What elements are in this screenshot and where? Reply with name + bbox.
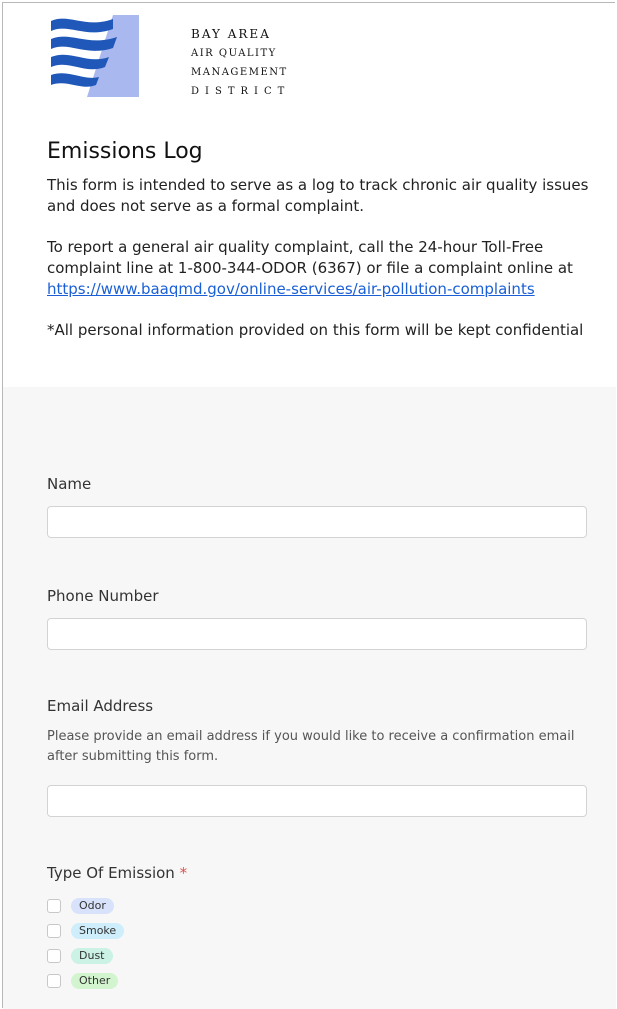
email-label: Email Address [47,697,154,715]
dust-pill: Dust [71,948,113,964]
logo-waves-icon [51,15,139,97]
logo-line-3: MANAGEMENT [191,67,288,78]
form-fields-area: Name Phone Number Email Address Please p… [3,387,616,1009]
odor-pill: Odor [71,898,114,914]
dust-checkbox[interactable] [47,949,61,963]
smoke-pill: Smoke [71,923,125,939]
intro-paragraph-2-text: To report a general air quality complain… [47,238,573,277]
other-pill: Other [71,973,119,989]
logo-line-4: DISTRICT [191,86,291,97]
intro-paragraph-1: This form is intended to serve as a log … [47,176,589,215]
phone-input[interactable] [47,618,587,650]
type-of-emission-text: Type Of Emission [47,864,175,882]
logo-line-1: BAY AREA [191,27,271,41]
intro-paragraph-3: *All personal information provided on th… [47,321,584,339]
other-checkbox[interactable] [47,974,61,988]
type-of-emission-label: Type Of Emission * [47,864,187,882]
email-help-text: Please provide an email address if you w… [47,729,575,764]
smoke-checkbox[interactable] [47,924,61,938]
form-intro: This form is intended to serve as a log … [47,175,592,361]
name-label: Name [47,475,92,493]
option-odor[interactable]: Odor [47,897,114,915]
phone-label: Phone Number [47,587,159,605]
form-header: BAY AREA AIR QUALITY MANAGEMENT DISTRICT… [3,3,616,387]
required-marker: * [179,864,188,882]
option-other[interactable]: Other [47,972,119,990]
option-dust[interactable]: Dust [47,947,113,965]
option-smoke[interactable]: Smoke [47,922,125,940]
email-input[interactable] [47,785,587,817]
form-title: Emissions Log [47,139,203,164]
baaqmd-logo: BAY AREA AIR QUALITY MANAGEMENT DISTRICT [51,15,286,105]
logo-text: BAY AREA AIR QUALITY MANAGEMENT DISTRICT [191,25,290,101]
page-frame: BAY AREA AIR QUALITY MANAGEMENT DISTRICT… [2,2,616,1009]
logo-line-2: AIR QUALITY [191,48,277,59]
odor-checkbox[interactable] [47,899,61,913]
name-input[interactable] [47,506,587,538]
complaint-link[interactable]: https://www.baaqmd.gov/online-services/a… [47,280,535,298]
intro-paragraph-2: To report a general air quality complain… [47,237,592,300]
